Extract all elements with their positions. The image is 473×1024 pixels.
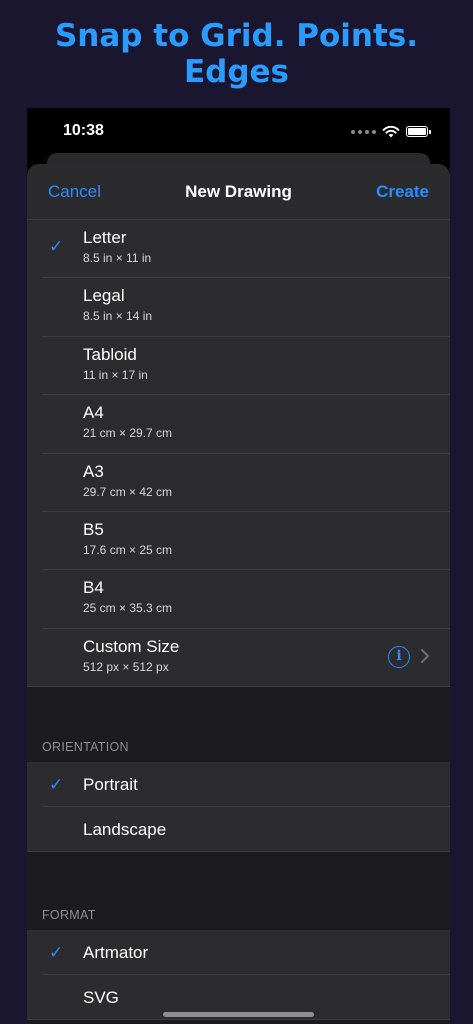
size-title: A3: [83, 461, 104, 481]
device-screen: 10:38 Cancel New Drawing Create ✓ Letter…: [27, 108, 450, 1024]
size-dimensions: 25 cm × 35.3 cm: [83, 601, 173, 616]
new-drawing-sheet: Cancel New Drawing Create ✓ Letter 8.5 i…: [27, 164, 450, 1024]
size-title: Legal: [83, 286, 125, 306]
size-row-tabloid[interactable]: Tabloid 11 in × 17 in: [27, 337, 450, 396]
format-title: Artmator: [83, 943, 149, 962]
size-dimensions: 8.5 in × 11 in: [83, 251, 152, 265]
size-title: Tabloid: [83, 344, 137, 364]
home-indicator[interactable]: [163, 1012, 314, 1017]
orientation-title: Landscape: [83, 820, 167, 839]
orientation-title: Portrait: [83, 775, 138, 794]
cancel-button[interactable]: Cancel: [48, 182, 101, 202]
checkmark-icon: ✓: [49, 237, 64, 256]
orientation-header: ORIENTATION: [42, 740, 129, 754]
size-title: A4: [83, 403, 104, 423]
page-size-list: ✓ Letter 8.5 in × 11 in Legal 8.5 in × 1…: [27, 220, 450, 688]
size-title: Letter: [83, 228, 127, 247]
chevron-right-icon[interactable]: [420, 647, 430, 665]
size-dimensions: 8.5 in × 14 in: [83, 309, 153, 324]
wifi-icon: [382, 125, 400, 138]
format-row-artmator[interactable]: ✓ Artmator: [27, 930, 450, 975]
status-time: 10:38: [63, 122, 104, 139]
size-row-b5[interactable]: B5 17.6 cm × 25 cm: [27, 512, 450, 571]
nav-bar: Cancel New Drawing Create: [27, 164, 450, 220]
battery-icon: [406, 126, 431, 137]
format-list: ✓ Artmator SVG: [27, 930, 450, 1020]
signal-icon: [351, 129, 376, 134]
size-dimensions: 29.7 cm × 42 cm: [83, 484, 173, 499]
orientation-row-portrait[interactable]: ✓ Portrait: [27, 762, 450, 807]
status-bar: 10:38: [27, 108, 450, 154]
format-title: SVG: [83, 988, 119, 1007]
status-icons: [351, 125, 431, 138]
size-row-letter[interactable]: ✓ Letter 8.5 in × 11 in: [27, 220, 450, 279]
orientation-list: ✓ Portrait Landscape: [27, 762, 450, 852]
size-title: Custom Size: [83, 636, 180, 656]
size-row-custom[interactable]: Custom Size 512 px × 512 px i: [27, 629, 450, 688]
size-row-a4[interactable]: A4 21 cm × 29.7 cm: [27, 395, 450, 454]
size-title: B4: [83, 578, 104, 598]
size-dimensions: 11 in × 17 in: [83, 367, 148, 382]
size-row-b4[interactable]: B4 25 cm × 35.3 cm: [27, 570, 450, 630]
promo-headline: Snap to Grid. Points. Edges: [54, 18, 419, 90]
size-title: B5: [83, 519, 104, 539]
checkmark-icon: ✓: [49, 943, 64, 962]
orientation-row-landscape[interactable]: Landscape: [27, 807, 450, 852]
size-row-legal[interactable]: Legal 8.5 in × 14 in: [27, 278, 450, 338]
checkmark-icon: ✓: [49, 775, 64, 794]
format-header: FORMAT: [42, 908, 96, 922]
info-icon[interactable]: i: [388, 645, 410, 668]
size-dimensions: 17.6 cm × 25 cm: [83, 542, 173, 557]
create-button[interactable]: Create: [376, 182, 429, 202]
size-row-a3[interactable]: A3 29.7 cm × 42 cm: [27, 454, 450, 513]
size-dimensions: 21 cm × 29.7 cm: [83, 426, 173, 441]
size-dimensions: 512 px × 512 px: [83, 659, 169, 674]
